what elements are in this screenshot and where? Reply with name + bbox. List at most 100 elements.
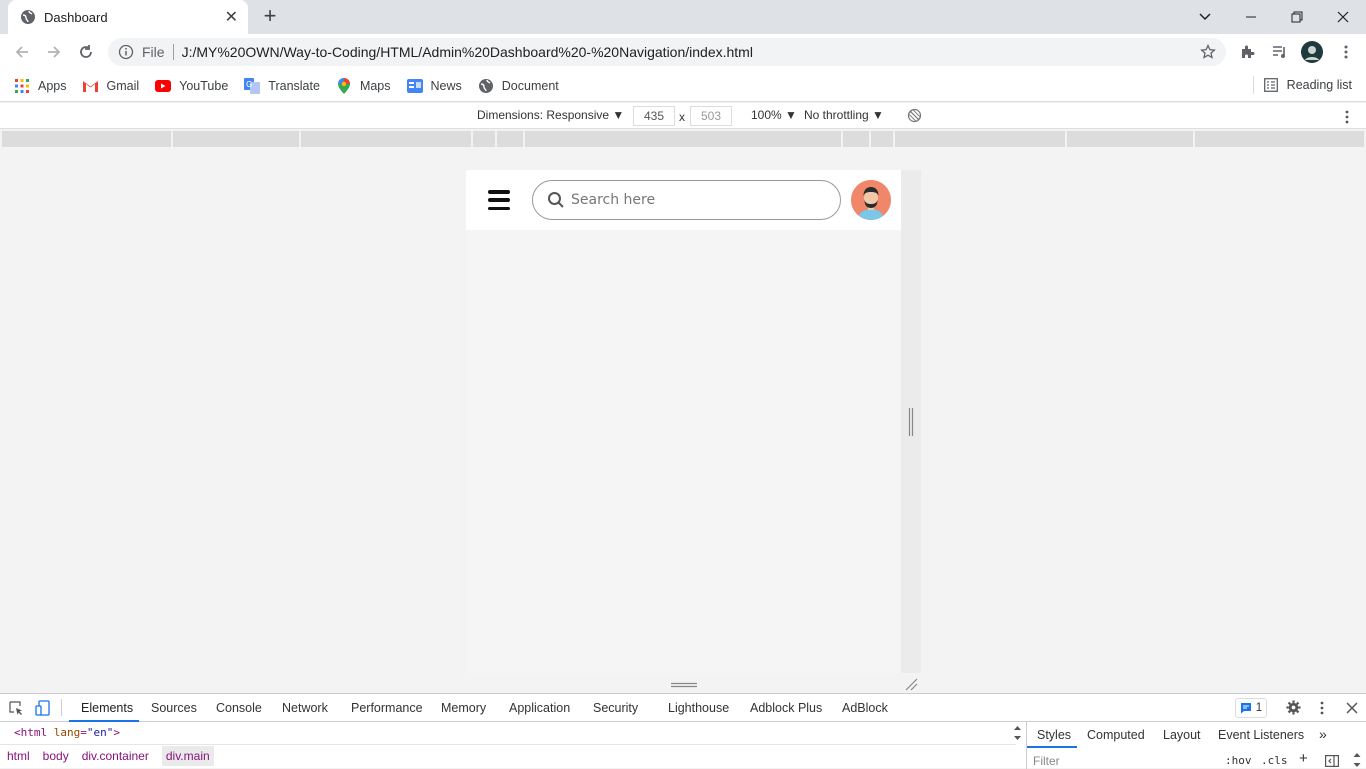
- media-query-divider: [171, 131, 173, 147]
- throttling-dropdown[interactable]: No throttling ▼: [804, 108, 884, 122]
- width-input[interactable]: 435: [633, 106, 675, 126]
- tab-security[interactable]: Security: [593, 701, 638, 715]
- address-bar[interactable]: File J:/MY%20OWN/Way-to-Coding/HTML/Admi…: [108, 38, 1226, 66]
- tab-console[interactable]: Console: [216, 701, 262, 715]
- media-query-divider: [523, 131, 525, 147]
- tab-adblock[interactable]: AdBlock: [842, 701, 888, 715]
- bookmark-youtube[interactable]: YouTube: [155, 78, 228, 94]
- new-tab-button[interactable]: +: [258, 5, 282, 29]
- sidebar-toggle-icon[interactable]: [1325, 755, 1339, 767]
- emulated-viewport: [466, 170, 901, 673]
- tab-memory[interactable]: Memory: [441, 701, 486, 715]
- tab-application[interactable]: Application: [509, 701, 570, 715]
- cls-toggle[interactable]: .cls: [1261, 754, 1288, 767]
- search-icon: [548, 192, 564, 208]
- translate-icon: G: [244, 77, 261, 94]
- info-icon[interactable]: [118, 44, 134, 60]
- breadcrumb-item[interactable]: div.container: [82, 749, 149, 763]
- bookmark-label: Translate: [268, 78, 320, 93]
- menu-toggle-icon[interactable]: [488, 190, 510, 210]
- tab-adblock-plus[interactable]: Adblock Plus: [750, 701, 822, 715]
- browser-menu-button[interactable]: [1334, 40, 1358, 64]
- minimize-button[interactable]: [1228, 0, 1274, 34]
- media-button[interactable]: [1268, 40, 1292, 64]
- devtools-tabbar: Elements Sources Console Network Perform…: [0, 694, 1366, 722]
- breadcrumb-item[interactable]: body: [43, 749, 69, 763]
- more-vertical-icon[interactable]: [1345, 110, 1349, 124]
- bookmark-news[interactable]: News: [406, 78, 462, 94]
- dropdown-arrow-icon: ▼: [872, 108, 884, 122]
- bookmark-translate[interactable]: G Translate: [244, 77, 320, 94]
- dimensions-label: Dimensions: Responsive: [477, 108, 610, 122]
- breadcrumb-item[interactable]: div.main: [161, 745, 214, 766]
- reading-list-icon: [1263, 78, 1278, 92]
- restore-button[interactable]: [1274, 0, 1320, 34]
- tab-styles[interactable]: Styles: [1037, 728, 1071, 742]
- back-button[interactable]: [10, 40, 34, 64]
- search-input[interactable]: [571, 192, 831, 208]
- reload-button[interactable]: [74, 40, 98, 64]
- hov-toggle[interactable]: :hov: [1225, 754, 1252, 767]
- device-toggle-icon[interactable]: [35, 700, 50, 716]
- browser-tab[interactable]: Dashboard ✕: [8, 0, 248, 34]
- scroll-arrows-icon[interactable]: [1353, 752, 1361, 768]
- tab-elements[interactable]: Elements: [81, 701, 133, 715]
- tab-search-button[interactable]: [1182, 0, 1228, 34]
- resize-width-handle[interactable]: [907, 408, 915, 436]
- media-query-divider: [471, 131, 473, 147]
- arrow-left-icon: [15, 46, 28, 58]
- news-icon: [406, 78, 423, 94]
- star-icon[interactable]: [1200, 44, 1216, 60]
- rotate-icon[interactable]: [907, 108, 922, 123]
- user-avatar[interactable]: [851, 180, 891, 220]
- inspect-element-icon[interactable]: [9, 701, 24, 716]
- dom-tree-line[interactable]: <html lang="en">: [14, 726, 120, 739]
- height-input[interactable]: 503: [690, 106, 732, 126]
- close-tab-icon[interactable]: ✕: [225, 7, 238, 27]
- extensions-button[interactable]: [1236, 40, 1260, 64]
- settings-gear-icon[interactable]: [1286, 700, 1301, 715]
- media-query-bar[interactable]: [2, 131, 1364, 147]
- zoom-label: 100%: [751, 108, 782, 122]
- profile-button[interactable]: [1300, 40, 1324, 64]
- url-text[interactable]: J:/MY%20OWN/Way-to-Coding/HTML/Admin%20D…: [182, 44, 1200, 60]
- media-query-divider: [1193, 131, 1195, 147]
- zoom-dropdown[interactable]: 100% ▼: [751, 108, 797, 122]
- dimensions-dropdown[interactable]: Dimensions: Responsive ▼: [477, 108, 624, 122]
- issues-badge[interactable]: 1: [1235, 698, 1267, 718]
- new-style-rule-icon[interactable]: +: [1299, 750, 1308, 767]
- reading-list-button[interactable]: Reading list: [1252, 76, 1352, 94]
- close-devtools-icon[interactable]: [1346, 702, 1358, 714]
- more-vertical-icon[interactable]: [1320, 701, 1324, 715]
- tab-performance[interactable]: Performance: [351, 701, 423, 715]
- active-tab-indicator: [69, 720, 139, 722]
- bookmark-label: Maps: [359, 78, 391, 93]
- user-avatar-image: [851, 180, 891, 220]
- tab-event-listeners[interactable]: Event Listeners: [1218, 728, 1304, 742]
- bookmark-maps[interactable]: Maps: [336, 77, 391, 94]
- more-tabs-icon[interactable]: »: [1319, 726, 1327, 742]
- resize-corner-handle[interactable]: [904, 677, 918, 691]
- filter-input[interactable]: Filter: [1033, 754, 1060, 768]
- message-icon: [1240, 703, 1251, 714]
- forward-button[interactable]: [42, 40, 66, 64]
- media-query-divider: [869, 131, 871, 147]
- resize-height-handle[interactable]: [671, 681, 697, 689]
- tab-computed[interactable]: Computed: [1087, 728, 1145, 742]
- more-vertical-icon: [1344, 45, 1348, 59]
- bookmarks-bar: Apps Gmail YouTube G Translate Maps News: [0, 70, 1366, 102]
- bookmark-gmail[interactable]: Gmail: [83, 78, 139, 94]
- tab-sources[interactable]: Sources: [151, 701, 197, 715]
- close-window-button[interactable]: [1320, 0, 1366, 34]
- bookmark-apps[interactable]: Apps: [14, 78, 67, 94]
- bookmark-label: Apps: [38, 78, 67, 93]
- breadcrumb-item[interactable]: html: [7, 749, 30, 763]
- bookmark-document[interactable]: Document: [478, 78, 559, 94]
- dropdown-arrow-icon: ▼: [612, 108, 625, 122]
- tab-network[interactable]: Network: [282, 701, 328, 715]
- tab-lighthouse[interactable]: Lighthouse: [668, 701, 729, 715]
- active-side-tab-indicator: [1027, 746, 1077, 748]
- throttling-label: No throttling: [804, 108, 869, 122]
- scroll-arrows-icon[interactable]: [1013, 724, 1022, 742]
- tab-layout[interactable]: Layout: [1163, 728, 1201, 742]
